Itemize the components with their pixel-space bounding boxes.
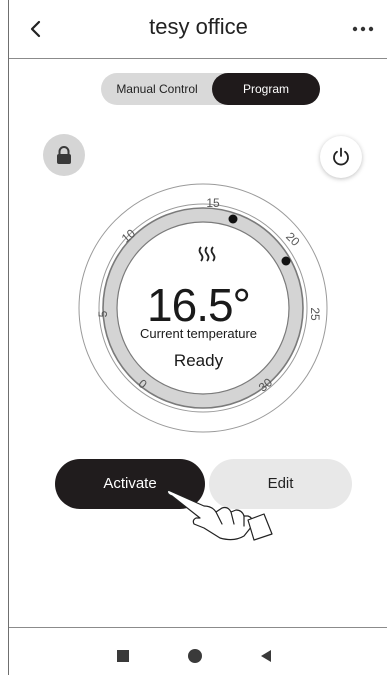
back-triangle-icon[interactable] — [259, 649, 273, 663]
pointing-hand-icon — [166, 489, 273, 541]
setpoint-handle-start[interactable] — [228, 214, 238, 224]
status-text: Ready — [173, 351, 224, 370]
scale-label-15: 15 — [206, 196, 220, 210]
more-dots-icon[interactable] — [352, 26, 374, 32]
system-navigation-bar — [9, 627, 387, 676]
program-tab[interactable]: Program — [212, 73, 320, 105]
setpoint-handle-end[interactable] — [281, 256, 291, 266]
app-screen: tesy office Manual Control Program 0 5 1… — [8, 0, 387, 675]
lock-button[interactable] — [43, 134, 85, 176]
power-button[interactable] — [320, 136, 362, 178]
page-title: tesy office — [149, 14, 248, 39]
mode-toggle: Manual Control Program — [101, 73, 320, 105]
stop-square-icon[interactable] — [117, 650, 129, 662]
app-header: tesy office — [9, 0, 387, 59]
heat-waves-icon — [198, 246, 216, 262]
home-circle-icon[interactable] — [187, 648, 203, 664]
lock-icon — [57, 146, 71, 164]
current-temperature-label: Current temperature — [139, 326, 258, 341]
power-icon — [333, 147, 349, 166]
current-temperature-value: 16.5° — [147, 279, 251, 331]
manual-control-tab[interactable]: Manual Control — [101, 73, 213, 105]
